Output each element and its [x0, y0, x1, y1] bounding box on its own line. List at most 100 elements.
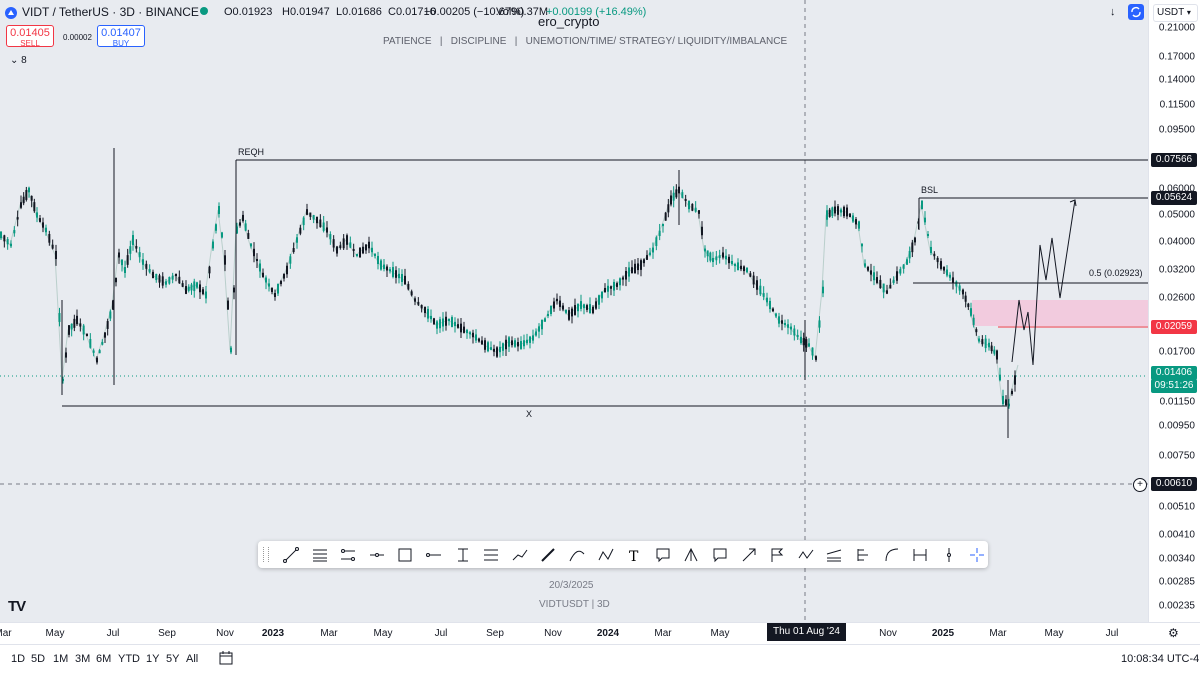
add-alert-icon[interactable]: + — [1133, 478, 1147, 492]
polyline-icon[interactable] — [597, 546, 615, 564]
candle-body — [756, 280, 758, 290]
candle-body — [855, 219, 857, 225]
cross-tool-icon[interactable] — [968, 546, 986, 564]
horizontal-ray-icon[interactable] — [368, 546, 386, 564]
spread: 0.00002 — [63, 33, 92, 42]
vertical-line-icon[interactable] — [940, 546, 958, 564]
calendar-icon[interactable] — [218, 650, 234, 666]
rectangle-icon[interactable] — [396, 546, 414, 564]
time-tick: 2024 — [596, 628, 620, 639]
currency-select[interactable]: USDT ▾ — [1153, 4, 1198, 22]
candle-body — [299, 227, 302, 234]
candle-body — [89, 339, 92, 348]
range-button-1d[interactable]: 1D — [11, 653, 25, 665]
candle-body — [502, 343, 504, 351]
arrow-down-icon[interactable]: ↓ — [1110, 6, 1116, 18]
candle-body — [51, 244, 54, 249]
candle-body — [870, 270, 872, 275]
range-button-1m[interactable]: 1M — [53, 653, 68, 665]
signpost-icon[interactable] — [825, 546, 843, 564]
symbol-title[interactable]: VIDT / TetherUS · 3D · BINANCE — [22, 5, 199, 19]
buy-button[interactable]: 0.01407 BUY — [97, 25, 145, 48]
candle-body — [793, 328, 796, 336]
toolbar-drag-handle[interactable] — [263, 547, 269, 562]
candle-body — [208, 266, 211, 274]
brush-icon[interactable] — [539, 546, 557, 564]
tradingview-logo-icon[interactable] — [4, 6, 18, 23]
curve-arrow-icon[interactable] — [883, 546, 901, 564]
candle-body — [165, 281, 167, 285]
candle-body — [181, 283, 184, 287]
range-button-5y[interactable]: 5Y — [166, 653, 179, 665]
sync-icon[interactable] — [1128, 4, 1144, 20]
candle-body — [312, 215, 315, 220]
author-watermark: ero_crypto — [538, 14, 600, 29]
text-note-icon[interactable] — [454, 546, 472, 564]
range-button-ytd[interactable]: YTD — [118, 653, 140, 665]
candle-body — [58, 313, 61, 322]
candle-body — [70, 323, 73, 330]
text-icon[interactable]: T — [625, 546, 643, 565]
price-tick: 0.00750 — [1158, 450, 1195, 462]
pitchfork-icon[interactable] — [682, 546, 700, 564]
candle-body — [565, 309, 567, 313]
candle-body — [684, 198, 687, 202]
horizontal-lines-icon[interactable] — [311, 546, 329, 564]
candle-body — [846, 207, 848, 217]
range-button-1y[interactable]: 1Y — [146, 653, 159, 665]
line-icon[interactable] — [425, 546, 443, 564]
candle-body — [132, 235, 134, 245]
clock[interactable]: 10:08:34 UTC-4 — [1121, 653, 1199, 665]
price-tick: 0.02600 — [1158, 292, 1195, 304]
candle-body — [371, 247, 373, 253]
candle-body — [454, 321, 456, 327]
range-button-3m[interactable]: 3M — [75, 653, 90, 665]
crosshair-price-label: 0.00610 — [1151, 477, 1197, 491]
candle-body — [538, 326, 540, 332]
candle-body — [547, 313, 549, 317]
time-tick: May — [710, 628, 730, 639]
callout-icon[interactable] — [654, 546, 672, 564]
range-button-5d[interactable]: 5D — [31, 653, 45, 665]
fib-lines-icon[interactable] — [482, 546, 500, 564]
flag-icon[interactable] — [768, 546, 786, 564]
range-button-6m[interactable]: 6M — [96, 653, 111, 665]
candle-body — [550, 305, 552, 315]
range-button-all[interactable]: All — [186, 653, 198, 665]
path-icon[interactable] — [511, 546, 529, 564]
price-chart[interactable]: REQH BSL 0.5 (0.02923) X — [0, 0, 1148, 622]
candle-body — [250, 243, 252, 247]
parallel-channel-icon[interactable] — [339, 546, 357, 564]
time-axis[interactable]: ⚙ Mar May Jul Sep Nov 2023 Mar May Jul Sep Nov 2024… — [0, 622, 1200, 645]
candle-body — [13, 230, 16, 234]
candle-body — [135, 246, 138, 249]
zigzag-icon[interactable] — [797, 546, 815, 564]
candle-body — [607, 285, 609, 292]
candle-body — [319, 219, 322, 228]
candle-body — [805, 339, 808, 348]
trend-line-icon[interactable] — [282, 546, 300, 564]
candle-body — [955, 281, 958, 287]
candle-body — [374, 253, 376, 257]
price-axis[interactable]: USDT ▾ 0.21000 0.17000 0.14000 0.11500 0.095… — [1133, 0, 1200, 622]
candle-body — [766, 297, 768, 303]
long-position-icon[interactable] — [854, 546, 872, 564]
comment-icon[interactable] — [711, 546, 729, 564]
candle-body — [858, 221, 860, 229]
candle-body — [0, 231, 2, 239]
sell-button[interactable]: 0.01405 SELL — [6, 25, 54, 48]
curve-icon[interactable] — [568, 546, 586, 564]
bottom-toolbar: 10:08:34 UTC-4 1D 5D 1M 3M 6M YTD 1Y 5Y All — [0, 644, 1200, 676]
candle-body — [302, 217, 305, 226]
candle-body — [958, 285, 961, 291]
candle-body — [999, 374, 1001, 381]
arrow-icon[interactable] — [740, 546, 758, 564]
candle-body — [230, 347, 232, 353]
settings-icon[interactable]: ⚙ — [1168, 626, 1179, 640]
chart-pane[interactable]: REQH BSL 0.5 (0.02923) X VIDT / TetherUS · … — [0, 0, 1148, 622]
time-tick: May — [1044, 628, 1064, 639]
candle-body — [889, 284, 892, 289]
indicators-toggle[interactable]: ⌄ 8 — [10, 55, 27, 66]
candle-body — [289, 256, 292, 264]
range-icon[interactable] — [911, 546, 929, 564]
